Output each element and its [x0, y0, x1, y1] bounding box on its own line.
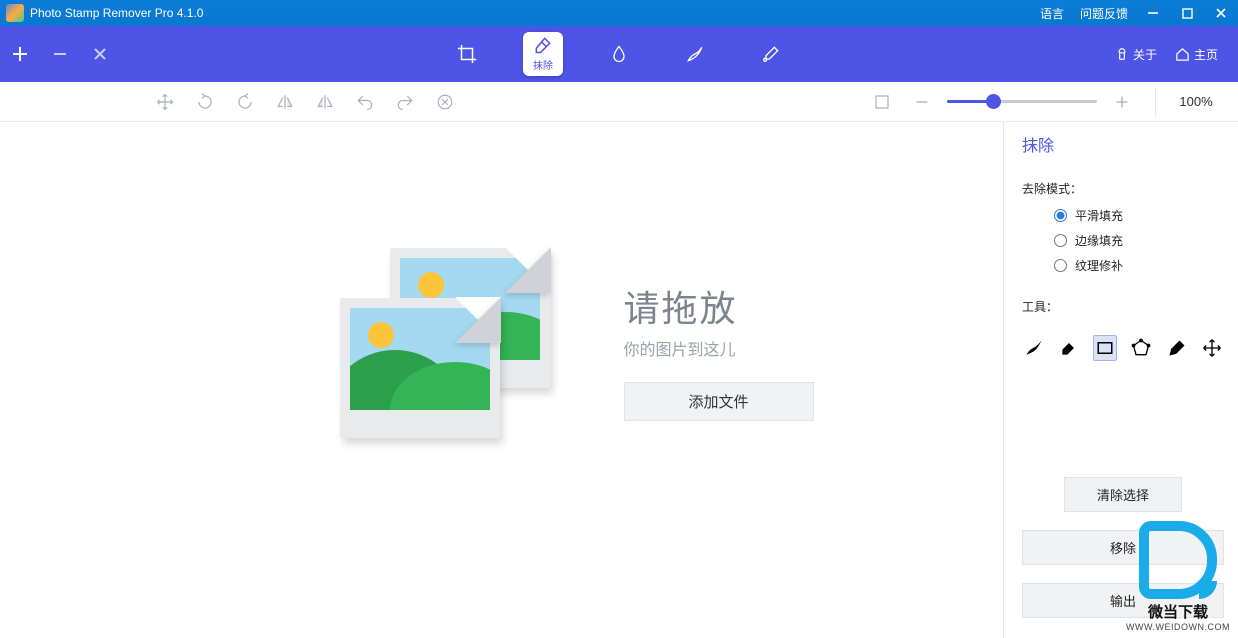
flip-horizontal-button[interactable]: [270, 87, 300, 117]
add-document-button[interactable]: [0, 26, 40, 82]
redo-button[interactable]: [390, 87, 420, 117]
feedback-link[interactable]: 问题反馈: [1072, 5, 1136, 22]
zoom-slider[interactable]: [947, 100, 1097, 103]
mode-edge-radio[interactable]: 边缘填充: [1054, 232, 1224, 249]
remove-document-button[interactable]: [40, 26, 80, 82]
rectangle-tool-icon[interactable]: [1093, 335, 1117, 361]
pen-tool-icon[interactable]: [1165, 335, 1189, 361]
mode-section-label: 去除模式：: [1022, 180, 1224, 197]
tools-section-label: 工具：: [1022, 298, 1224, 315]
home-link[interactable]: 主页: [1169, 42, 1224, 67]
drop-subtitle: 你的图片到这儿: [624, 336, 814, 360]
output-button[interactable]: 输出: [1022, 583, 1224, 618]
crop-mode-button[interactable]: [447, 32, 487, 76]
brush-mode-button[interactable]: [675, 32, 715, 76]
brush-tool-icon[interactable]: [1022, 335, 1046, 361]
zoom-in-button[interactable]: [1107, 87, 1137, 117]
right-panel: 抹除 去除模式： 平滑填充 边缘填充 纹理修补 工具： 清除选择 移除 输出: [1004, 122, 1238, 638]
minimize-button[interactable]: [1136, 0, 1170, 26]
fit-screen-button[interactable]: [867, 87, 897, 117]
erase-mode-button[interactable]: 抹除: [523, 32, 563, 76]
panel-title: 抹除: [1022, 132, 1224, 156]
mode-smooth-radio[interactable]: 平滑填充: [1054, 207, 1224, 224]
mode-texture-radio[interactable]: 纹理修补: [1054, 257, 1224, 274]
remove-button[interactable]: 移除: [1022, 530, 1224, 565]
eraser-tool-icon[interactable]: [1058, 335, 1082, 361]
color-mode-button[interactable]: [599, 32, 639, 76]
title-bar: Photo Stamp Remover Pro 4.1.0 语言 问题反馈: [0, 0, 1238, 26]
zoom-out-button[interactable]: [907, 87, 937, 117]
add-file-button[interactable]: 添加文件: [624, 382, 814, 421]
zoom-value: 100%: [1174, 94, 1218, 109]
polygon-tool-icon[interactable]: [1129, 335, 1153, 361]
canvas-drop-zone[interactable]: 请拖放 你的图片到这儿 添加文件: [150, 122, 1003, 638]
clear-selection-button[interactable]: 清除选择: [1064, 477, 1182, 512]
left-gutter: [0, 122, 150, 638]
drop-title: 请拖放: [624, 280, 814, 332]
close-button[interactable]: [1204, 0, 1238, 26]
window-title: Photo Stamp Remover Pro 4.1.0: [30, 6, 203, 20]
erase-mode-label: 抹除: [533, 57, 553, 72]
maximize-button[interactable]: [1170, 0, 1204, 26]
edit-toolbar: 100%: [0, 82, 1238, 122]
undo-button[interactable]: [350, 87, 380, 117]
move-tool-button[interactable]: [150, 87, 180, 117]
language-link[interactable]: 语言: [1032, 5, 1072, 22]
drop-zone-image-icon: [340, 248, 590, 453]
flip-vertical-button[interactable]: [310, 87, 340, 117]
move-selection-icon[interactable]: [1200, 335, 1224, 361]
clear-button[interactable]: [430, 87, 460, 117]
close-document-button[interactable]: [80, 26, 120, 82]
main-toolbar: 抹除 关于 主页: [0, 26, 1238, 82]
clone-mode-button[interactable]: [751, 32, 791, 76]
rotate-left-button[interactable]: [190, 87, 220, 117]
app-logo-icon: [6, 4, 24, 22]
rotate-right-button[interactable]: [230, 87, 260, 117]
about-link[interactable]: 关于: [1109, 42, 1163, 67]
